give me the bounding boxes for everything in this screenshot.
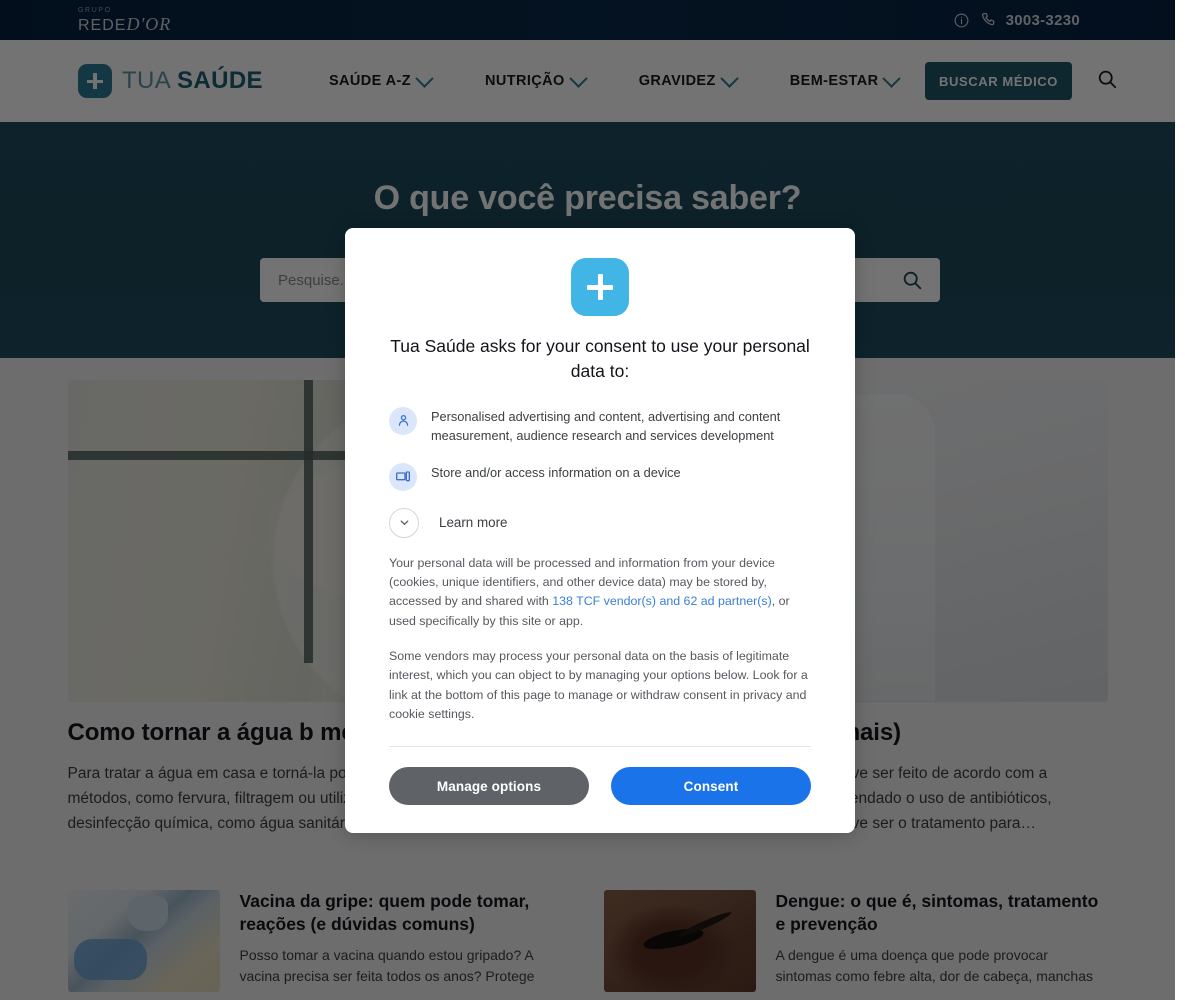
vendors-link[interactable]: 138 TCF vendor(s) and 62 ad partner(s): [552, 594, 771, 608]
consent-dialog-actions: Manage options Consent: [345, 747, 855, 833]
chevron-down-icon[interactable]: [389, 507, 419, 538]
consent-heading: Tua Saúde asks for your consent to use y…: [390, 336, 810, 381]
consent-purpose-item: Personalised advertising and content, ad…: [389, 406, 811, 446]
learn-more-label: Learn more: [439, 514, 508, 530]
page-root: GRUPO REDED'OR 3003-3230: [0, 0, 1200, 1000]
consent-purpose-text: Store and/or access information on a dev…: [431, 464, 681, 480]
consent-purpose-text: Personalised advertising and content, ad…: [431, 408, 781, 443]
scrollbar-gutter[interactable]: [1175, 0, 1200, 1000]
plus-logo-icon: [571, 258, 629, 316]
device-icon: [389, 462, 417, 491]
consent-paragraph-1: Your personal data will be processed and…: [389, 554, 811, 631]
manage-options-button[interactable]: Manage options: [389, 767, 589, 806]
consent-dialog: Tua Saúde asks for your consent to use y…: [345, 228, 855, 834]
consent-dialog-body: Tua Saúde asks for your consent to use y…: [345, 228, 855, 748]
learn-more-row[interactable]: Learn more: [389, 507, 811, 538]
consent-paragraph-2: Some vendors may process your personal d…: [389, 648, 808, 721]
consent-purpose-item: Store and/or access information on a dev…: [389, 462, 811, 491]
consent-button[interactable]: Consent: [611, 767, 811, 806]
person-icon: [389, 406, 417, 435]
